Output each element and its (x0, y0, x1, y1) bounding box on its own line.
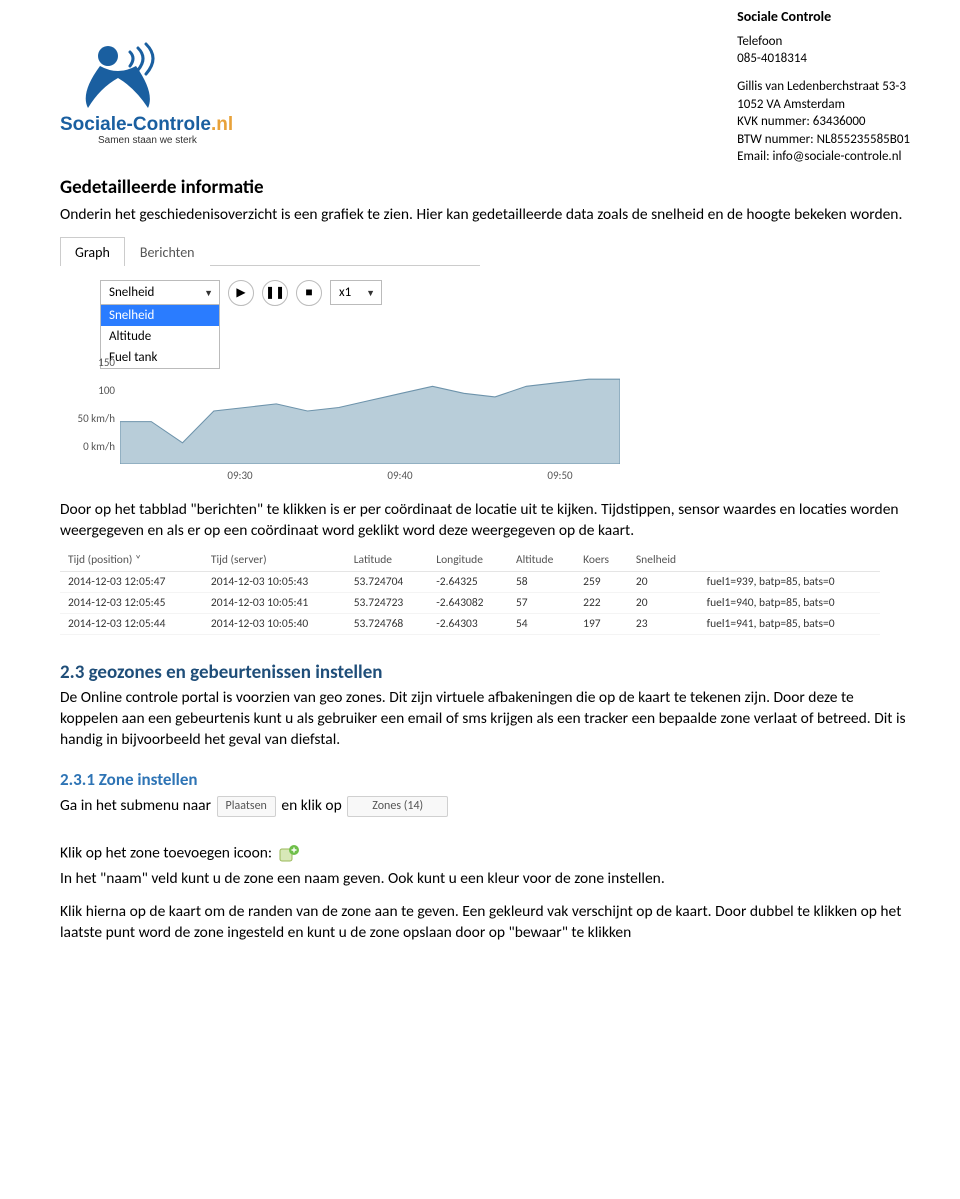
table-cell: -2.64325 (428, 572, 508, 593)
kvk-number: KVK nummer: 63436000 (737, 113, 910, 131)
stop-icon[interactable]: ■ (296, 280, 322, 306)
table-cell: fuel1=939, batp=85, bats=0 (699, 572, 880, 593)
table-cell: 2014-12-03 12:05:44 (60, 614, 203, 635)
table-cell: 2014-12-03 10:05:43 (203, 572, 346, 593)
zone-instr-line1: Ga in het submenu naar Plaatsen en klik … (60, 796, 910, 817)
company-info: Sociale Controle Telefoon 085-4018314 Gi… (737, 8, 910, 166)
ytick-100: 100 (60, 384, 115, 397)
table-cell: fuel1=941, batp=85, bats=0 (699, 614, 880, 635)
table-cell: 222 (575, 593, 628, 614)
table-cell: fuel1=940, batp=85, bats=0 (699, 593, 880, 614)
table-cell: 57 (508, 593, 575, 614)
table-header[interactable]: Snelheid (628, 549, 699, 572)
table-cell: 259 (575, 572, 628, 593)
metric-dropdown-selected[interactable]: Snelheid (100, 280, 220, 305)
zone-add-line1: Klik op het zone toevoegen icoon: (60, 843, 910, 865)
table-header[interactable]: Tijd (server) (203, 549, 346, 572)
table-cell: 53.724723 (346, 593, 429, 614)
table-header[interactable]: Latitude (346, 549, 429, 572)
section1-paragraph: Onderin het geschiedenisoverzicht is een… (60, 205, 910, 226)
table-header[interactable] (699, 549, 880, 572)
line-chart-svg (120, 358, 620, 464)
section-heading-zone-instellen: 2.3.1 Zone instellen (60, 769, 910, 790)
zone-instr-text-b: en klik op (281, 796, 345, 815)
zone-add-text: Klik op het zone toevoegen icoon: (60, 844, 276, 863)
zone-add-line3: Klik hierna op de kaart om de randen van… (60, 902, 910, 944)
xtick-0950: 09:50 (547, 469, 572, 482)
metric-dropdown[interactable]: Snelheid Snelheid Altitude Fuel tank (100, 280, 220, 305)
table-cell: 20 (628, 593, 699, 614)
table-header[interactable]: Koers (575, 549, 628, 572)
brand-logo-icon: Sociale-Controle.nl Samen staan we sterk (60, 38, 240, 148)
table-header[interactable]: Altitude (508, 549, 575, 572)
ytick-0: 0 km/h (60, 440, 115, 453)
ytick-50: 50 km/h (60, 412, 115, 425)
tab-graph[interactable]: Graph (60, 237, 125, 266)
speed-dropdown[interactable]: x1 (330, 280, 382, 305)
zone-instr-text-a: Ga in het submenu naar (60, 796, 215, 815)
section-heading-detailed-info: Gedetailleerde informatie (60, 176, 910, 199)
table-header[interactable]: Tijd (position) ˅ (60, 549, 203, 572)
ytick-150: 150 (60, 356, 115, 369)
table-row[interactable]: 2014-12-03 12:05:452014-12-03 10:05:4153… (60, 593, 880, 614)
section3-paragraph: De Online controle portal is voorzien va… (60, 688, 910, 751)
company-email: Email: info@sociale-controle.nl (737, 148, 910, 166)
table-cell: 54 (508, 614, 575, 635)
table-cell: 53.724768 (346, 614, 429, 635)
graph-tabs: Graph Berichten (60, 236, 480, 266)
phone-number: 085-4018314 (737, 50, 910, 68)
page-header: Sociale-Controle.nl Samen staan we sterk… (60, 0, 910, 166)
phone-label: Telefoon (737, 33, 910, 51)
table-cell: 2014-12-03 10:05:40 (203, 614, 346, 635)
table-cell: -2.643082 (428, 593, 508, 614)
section-heading-geozones: 2.3 geozones en gebeurtenissen instellen (60, 661, 910, 684)
pause-icon[interactable]: ❚❚ (262, 280, 288, 306)
table-cell: 58 (508, 572, 575, 593)
table-cell: 20 (628, 572, 699, 593)
table-cell: -2.64303 (428, 614, 508, 635)
address-line-1: Gillis van Ledenberchstraat 53-3 (737, 78, 910, 96)
table-header[interactable]: Longitude (428, 549, 508, 572)
table-cell: 53.724704 (346, 572, 429, 593)
svg-text:Sociale-Controle.nl: Sociale-Controle.nl (60, 114, 233, 135)
xtick-0930: 09:30 (227, 469, 252, 482)
section2-paragraph: Door op het tabblad "berichten" te klikk… (60, 500, 910, 542)
logo: Sociale-Controle.nl Samen staan we sterk (60, 8, 260, 153)
table-cell: 2014-12-03 10:05:41 (203, 593, 346, 614)
speed-chart: 150 100 50 km/h 0 km/h 09:30 09:40 09:50 (60, 312, 620, 482)
chip-plaatsen[interactable]: Plaatsen (217, 796, 276, 816)
address-line-2: 1052 VA Amsterdam (737, 96, 910, 114)
graph-figure: Graph Berichten Snelheid Snelheid Altitu… (60, 236, 910, 482)
table-cell: 197 (575, 614, 628, 635)
table-row[interactable]: 2014-12-03 12:05:472014-12-03 10:05:4353… (60, 572, 880, 593)
play-icon[interactable]: ▶ (228, 280, 254, 306)
tab-berichten[interactable]: Berichten (125, 237, 210, 266)
table-cell: 23 (628, 614, 699, 635)
table-cell: 2014-12-03 12:05:47 (60, 572, 203, 593)
messages-table: Tijd (position) ˅Tijd (server)LatitudeLo… (60, 549, 880, 635)
chip-zones[interactable]: Zones (14) (347, 796, 448, 816)
company-name: Sociale Controle (737, 8, 910, 27)
add-zone-icon[interactable] (278, 843, 300, 865)
table-row[interactable]: 2014-12-03 12:05:442014-12-03 10:05:4053… (60, 614, 880, 635)
svg-text:Samen staan we sterk: Samen staan we sterk (98, 135, 198, 146)
xtick-0940: 09:40 (387, 469, 412, 482)
btw-number: BTW nummer: NL855235585B01 (737, 131, 910, 149)
table-cell: 2014-12-03 12:05:45 (60, 593, 203, 614)
zone-add-line2: In het "naam" veld kunt u de zone een na… (60, 869, 910, 890)
graph-controls: Snelheid Snelheid Altitude Fuel tank ▶ ❚… (100, 280, 910, 306)
